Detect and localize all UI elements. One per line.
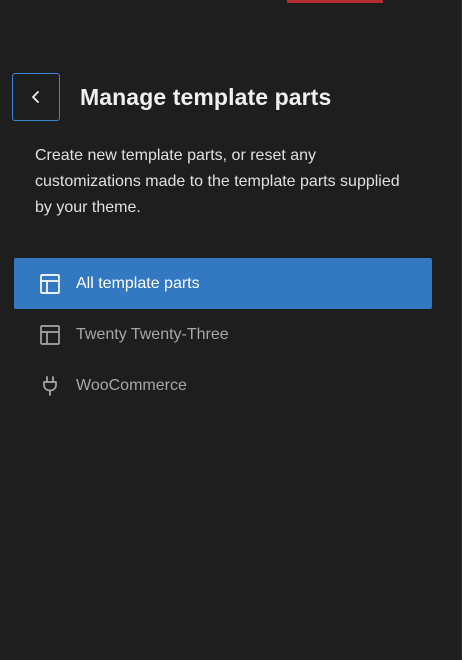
template-parts-nav: All template parts Twenty Twenty-Three W… <box>14 258 432 411</box>
layout-icon <box>37 322 63 348</box>
nav-item-label: All template parts <box>76 274 200 292</box>
plugin-icon <box>37 373 63 399</box>
chevron-left-icon <box>32 91 39 103</box>
template-parts-sidebar: Manage template parts Create new templat… <box>0 0 462 660</box>
nav-item-twenty-twenty-three[interactable]: Twenty Twenty-Three <box>14 309 432 360</box>
page-description: Create new template parts, or reset any … <box>35 147 400 216</box>
back-button[interactable] <box>12 73 60 121</box>
nav-item-all-template-parts[interactable]: All template parts <box>14 258 432 309</box>
sidebar-header: Manage template parts <box>12 73 331 121</box>
nav-item-woocommerce[interactable]: WooCommerce <box>14 360 432 411</box>
layout-icon <box>37 271 63 297</box>
nav-item-label: WooCommerce <box>76 376 187 394</box>
page-title: Manage template parts <box>80 83 332 110</box>
nav-item-label: Twenty Twenty-Three <box>76 325 229 343</box>
top-accent-bar <box>287 0 383 3</box>
